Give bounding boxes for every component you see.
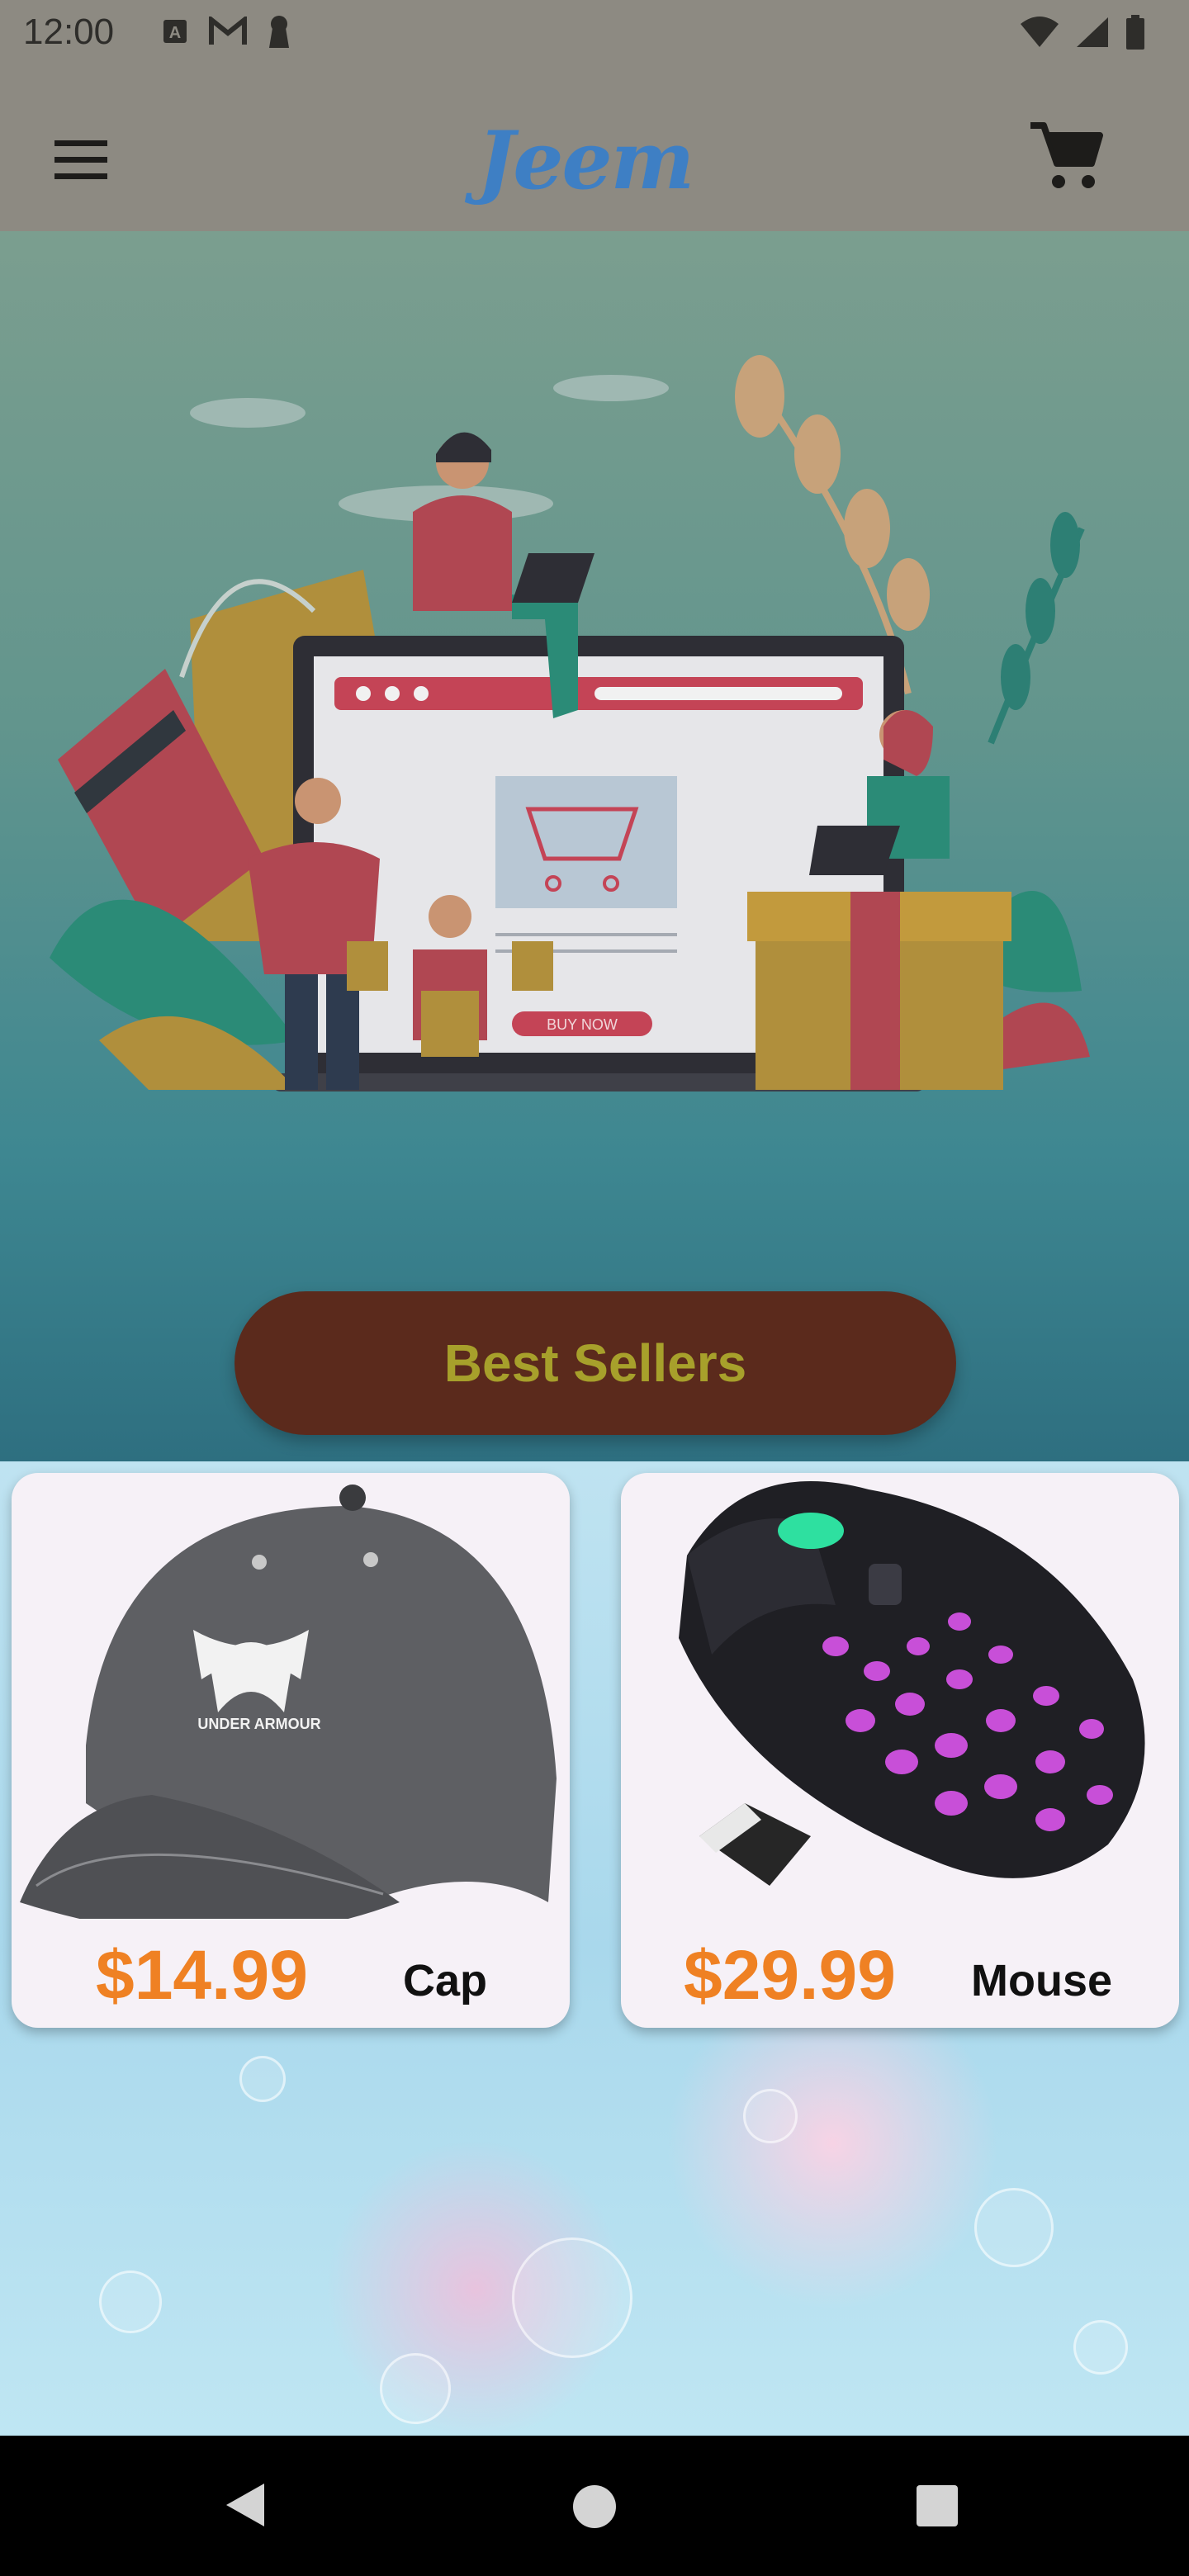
- system-icons: [1019, 15, 1146, 50]
- recent-apps-icon[interactable]: [917, 2485, 958, 2526]
- bubble-decoration: [743, 2089, 798, 2143]
- app-bar: Jeem: [0, 69, 1189, 231]
- back-icon[interactable]: [221, 2480, 271, 2530]
- bubble-decoration: [1073, 2320, 1128, 2375]
- product-name: Mouse: [971, 1956, 1113, 2005]
- status-time: 12:00: [23, 12, 115, 52]
- gmail-icon: [209, 17, 247, 45]
- bubble-decoration: [380, 2353, 451, 2424]
- svg-text:A: A: [169, 24, 181, 42]
- mouse-image: [679, 1481, 1145, 1886]
- bubble-decoration: [512, 2237, 632, 2358]
- cart-icon[interactable]: [1024, 114, 1106, 197]
- buy-now-text: BUY NOW: [547, 1016, 618, 1033]
- product-price: $29.99: [684, 1936, 896, 2014]
- brand-text: UNDER ARMOUR: [197, 1716, 320, 1732]
- status-bar: 12:00 A: [0, 0, 1189, 69]
- menu-icon[interactable]: [46, 125, 116, 195]
- product-price: $14.99: [96, 1936, 308, 2014]
- signal-icon: [1077, 17, 1108, 47]
- products-section: UNDER ARMOUR $14.99 Cap $29.99 Mouse: [0, 1461, 1189, 2436]
- bubble-decoration: [239, 2056, 286, 2102]
- system-nav-bar: [0, 2436, 1189, 2576]
- app-logo: Jeem: [477, 114, 694, 207]
- product-name: Cap: [403, 1956, 488, 2005]
- home-icon[interactable]: [573, 2485, 616, 2528]
- keyhole-icon: [269, 16, 289, 48]
- product-card-mouse[interactable]: $29.99 Mouse: [621, 1473, 1179, 2028]
- bubble-decoration: [99, 2271, 162, 2333]
- hero-banner: BUY NOW Best Sellers: [0, 231, 1189, 1461]
- shopping-illustration: BUY NOW: [50, 355, 1090, 1091]
- best-sellers-button[interactable]: Best Sellers: [234, 1291, 956, 1435]
- battery-icon: [1126, 15, 1144, 50]
- bubble-decoration: [974, 2188, 1054, 2267]
- a-notification-icon: A: [163, 20, 187, 43]
- cap-image: UNDER ARMOUR: [20, 1485, 557, 1919]
- wifi-icon: [1021, 17, 1059, 47]
- product-card-cap[interactable]: UNDER ARMOUR $14.99 Cap: [12, 1473, 570, 2028]
- notification-icons: A: [162, 15, 291, 48]
